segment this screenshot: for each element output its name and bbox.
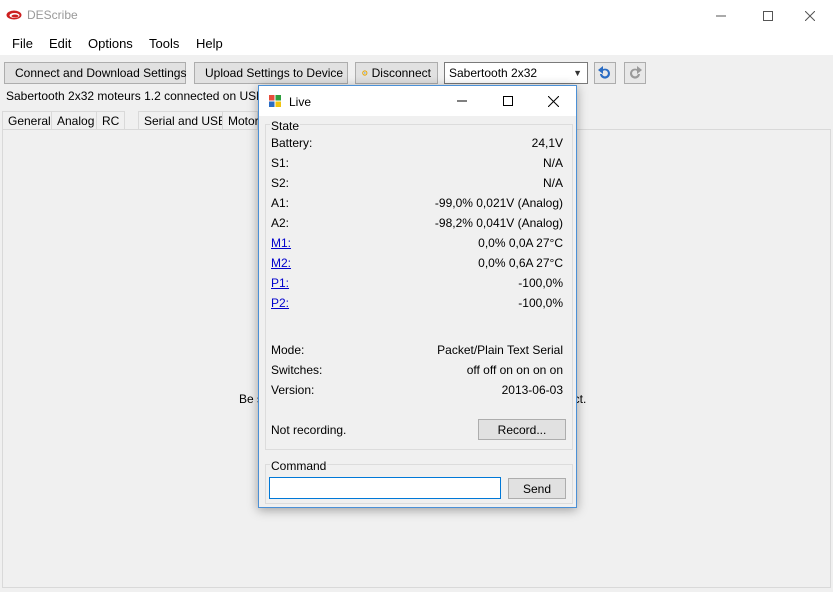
menu-edit[interactable]: Edit (49, 36, 71, 51)
live-close-button[interactable] (530, 86, 576, 116)
live-dialog-title: Live (289, 95, 312, 109)
live-minimize-button[interactable] (439, 86, 485, 116)
p2-link[interactable]: P2: (271, 296, 289, 310)
a2-label: A2: (271, 216, 290, 230)
upload-settings-button[interactable]: Upload Settings to Device (194, 62, 348, 84)
device-model-select[interactable]: Sabertooth 2x32 ▼ (444, 62, 588, 84)
mode-label: Mode: (271, 343, 305, 357)
battery-value: 24,1V (531, 136, 563, 150)
state-group-label: State (270, 119, 301, 133)
command-group-label: Command (270, 459, 328, 473)
device-selected-value: Sabertooth 2x32 (449, 66, 538, 80)
m1-value: 0,0% 0,0A 27°C (478, 236, 563, 250)
close-button[interactable] (787, 0, 833, 31)
version-value: 2013-06-03 (501, 383, 563, 397)
battery-label: Battery: (271, 136, 313, 150)
tab-analog[interactable]: Analog (51, 111, 101, 129)
send-button[interactable]: Send (508, 478, 566, 499)
record-button[interactable]: Record... (478, 419, 566, 440)
version-label: Version: (271, 383, 315, 397)
undo-button[interactable] (594, 62, 616, 84)
s2-label: S2: (271, 176, 290, 190)
p1-value: -100,0% (518, 276, 563, 290)
tab-general[interactable]: General (2, 111, 57, 129)
p2-value: -100,0% (518, 296, 563, 310)
connection-status: Sabertooth 2x32 moteurs 1.2 connected on… (6, 89, 268, 103)
s2-value: N/A (542, 176, 563, 190)
menu-options[interactable]: Options (88, 36, 133, 51)
redo-button[interactable] (624, 62, 646, 84)
live-window-icon (269, 95, 281, 107)
maximize-icon (503, 96, 513, 106)
a1-value: -99,0% 0,021V (Analog) (434, 196, 563, 210)
a2-value: -98,2% 0,041V (Analog) (434, 216, 563, 230)
a1-label: A1: (271, 196, 290, 210)
undo-icon (598, 66, 610, 79)
live-maximize-button[interactable] (485, 86, 531, 116)
tab-rc[interactable]: RC (96, 111, 126, 129)
menu-tools[interactable]: Tools (149, 36, 179, 51)
maximize-icon (763, 10, 773, 21)
minimize-icon (716, 15, 726, 16)
m2-link[interactable]: M2: (271, 256, 291, 270)
disconnect-label: Disconnect (371, 66, 431, 80)
recording-status: Not recording. (271, 423, 347, 437)
switches-label: Switches: (271, 363, 323, 377)
tab-serial-usb[interactable]: Serial and USB (138, 111, 233, 129)
disconnect-icon (362, 70, 368, 76)
s1-label: S1: (271, 156, 290, 170)
disconnect-button[interactable]: Disconnect (355, 62, 438, 84)
redo-icon (630, 66, 642, 79)
minimize-icon (457, 100, 467, 102)
live-dialog: Live State Battery: 24,1V S1: N/A S2: N/… (258, 85, 577, 508)
close-icon (547, 95, 559, 107)
m2-value: 0,0% 0,6A 27°C (478, 256, 563, 270)
connect-download-button[interactable]: Connect and Download Settings (4, 62, 186, 84)
mode-value: Packet/Plain Text Serial (437, 343, 563, 357)
minimize-button[interactable] (698, 0, 744, 31)
window-title: DEScribe (27, 8, 78, 22)
upload-settings-label: Upload Settings to Device (205, 66, 344, 80)
menu-file[interactable]: File (12, 36, 33, 51)
close-icon (805, 10, 815, 21)
maximize-button[interactable] (745, 0, 791, 31)
connect-download-label: Connect and Download Settings (15, 66, 187, 80)
s1-value: N/A (542, 156, 563, 170)
chevron-down-icon: ▼ (573, 68, 582, 78)
m1-link[interactable]: M1: (271, 236, 291, 250)
menu-help[interactable]: Help (196, 36, 223, 51)
command-input[interactable] (269, 477, 501, 499)
app-logo-icon (6, 10, 22, 20)
p1-link[interactable]: P1: (271, 276, 289, 290)
switches-value: off off on on on on (466, 363, 563, 377)
tab-motor[interactable]: Motor (222, 111, 259, 129)
